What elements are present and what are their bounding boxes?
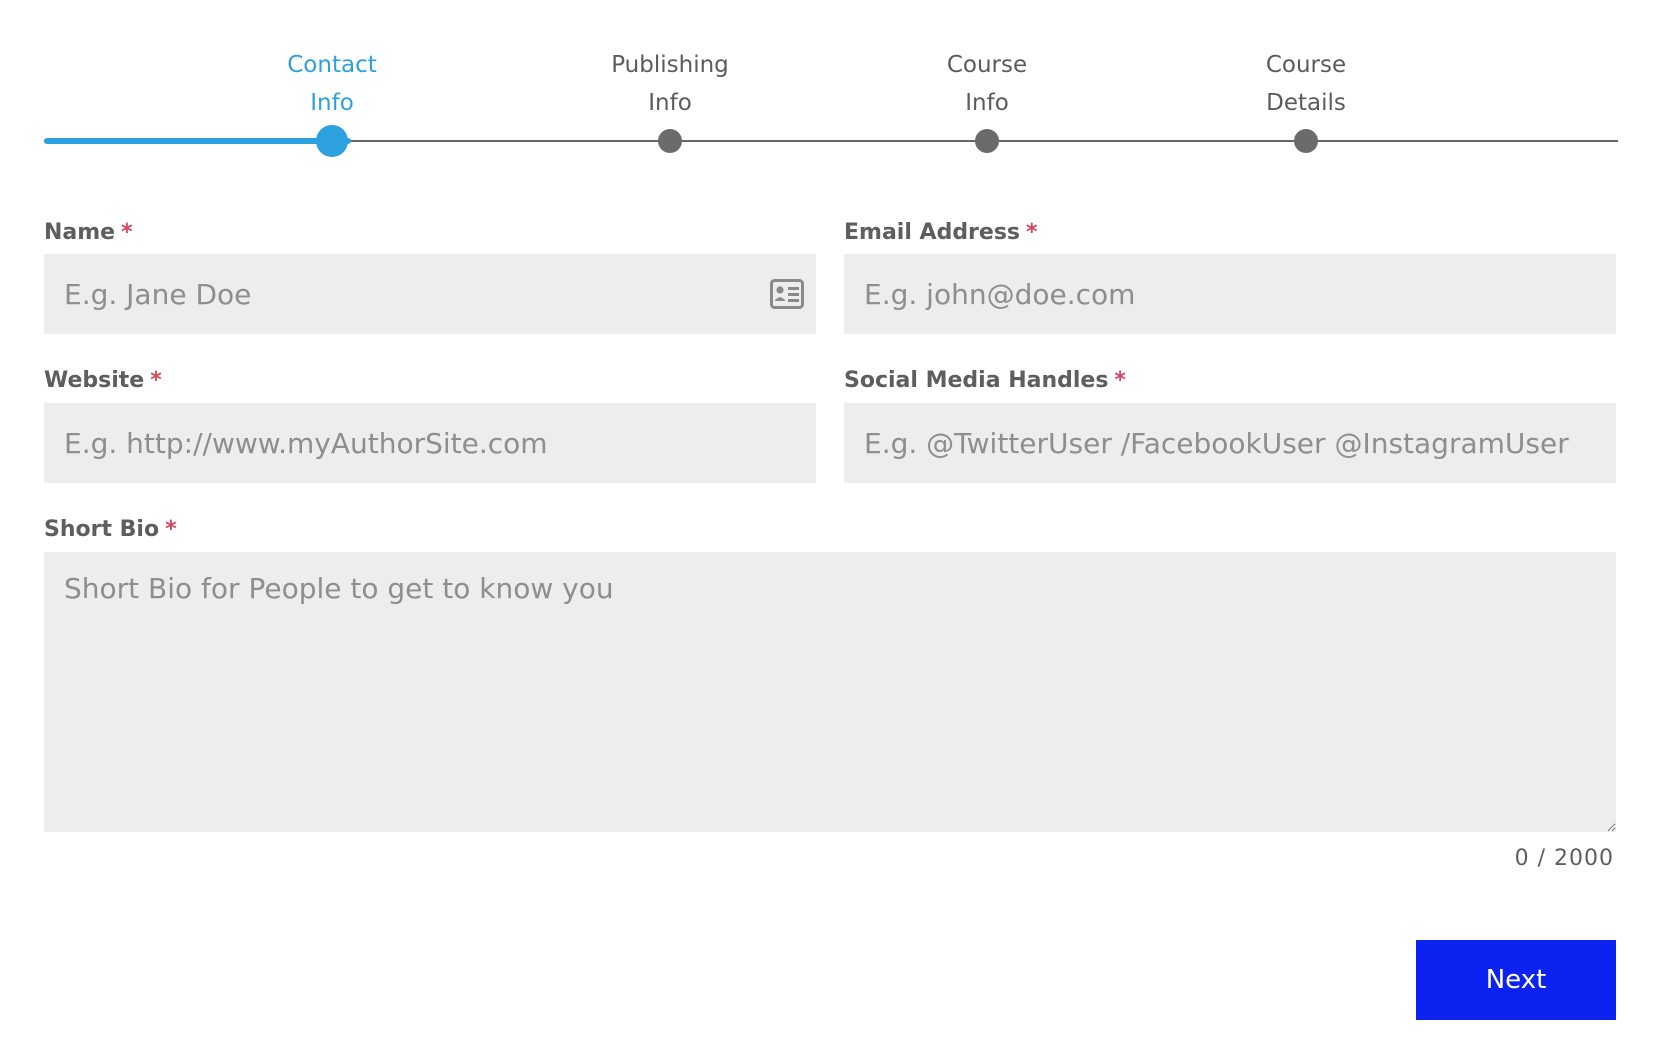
email-input[interactable] — [844, 254, 1616, 334]
name-label: Name * — [44, 218, 133, 248]
step-course-details[interactable]: Course Details — [1206, 0, 1406, 180]
progress-stepper: Contact Info Publishing Info Course Info… — [44, 0, 1618, 180]
step-dot — [658, 129, 682, 153]
social-label-text: Social Media Handles — [844, 368, 1109, 393]
course-signup-form: Contact Info Publishing Info Course Info… — [0, 0, 1654, 1060]
required-marker: * — [1114, 368, 1126, 393]
next-button[interactable]: Next — [1416, 940, 1616, 1020]
step-dot — [975, 129, 999, 153]
character-counter: 0 / 2000 — [1514, 846, 1614, 871]
bio-label: Short Bio * — [44, 515, 177, 545]
step-label: Contact Info — [287, 52, 377, 116]
name-input[interactable] — [44, 254, 816, 334]
social-media-input[interactable] — [844, 403, 1616, 483]
website-input[interactable] — [44, 403, 816, 483]
required-marker: * — [121, 220, 133, 245]
step-dot — [316, 125, 348, 157]
step-label: Course Details — [1265, 52, 1347, 116]
required-marker: * — [150, 368, 162, 393]
step-publishing-info[interactable]: Publishing Info — [570, 0, 770, 180]
website-label: Website * — [44, 366, 162, 396]
email-label-text: Email Address — [844, 220, 1021, 245]
required-marker: * — [1026, 220, 1038, 245]
contact-card-icon[interactable] — [770, 279, 804, 309]
social-label: Social Media Handles * — [844, 366, 1126, 396]
step-label: Course Info — [946, 52, 1028, 116]
website-label-text: Website — [44, 368, 145, 393]
step-contact-info[interactable]: Contact Info — [232, 0, 432, 180]
step-course-info[interactable]: Course Info — [887, 0, 1087, 180]
short-bio-textarea[interactable] — [44, 552, 1616, 832]
step-label: Publishing Info — [611, 52, 729, 116]
step-dot — [1294, 129, 1318, 153]
email-label: Email Address * — [844, 218, 1038, 248]
required-marker: * — [165, 517, 177, 542]
bio-label-text: Short Bio — [44, 517, 160, 542]
name-label-text: Name — [44, 220, 116, 245]
